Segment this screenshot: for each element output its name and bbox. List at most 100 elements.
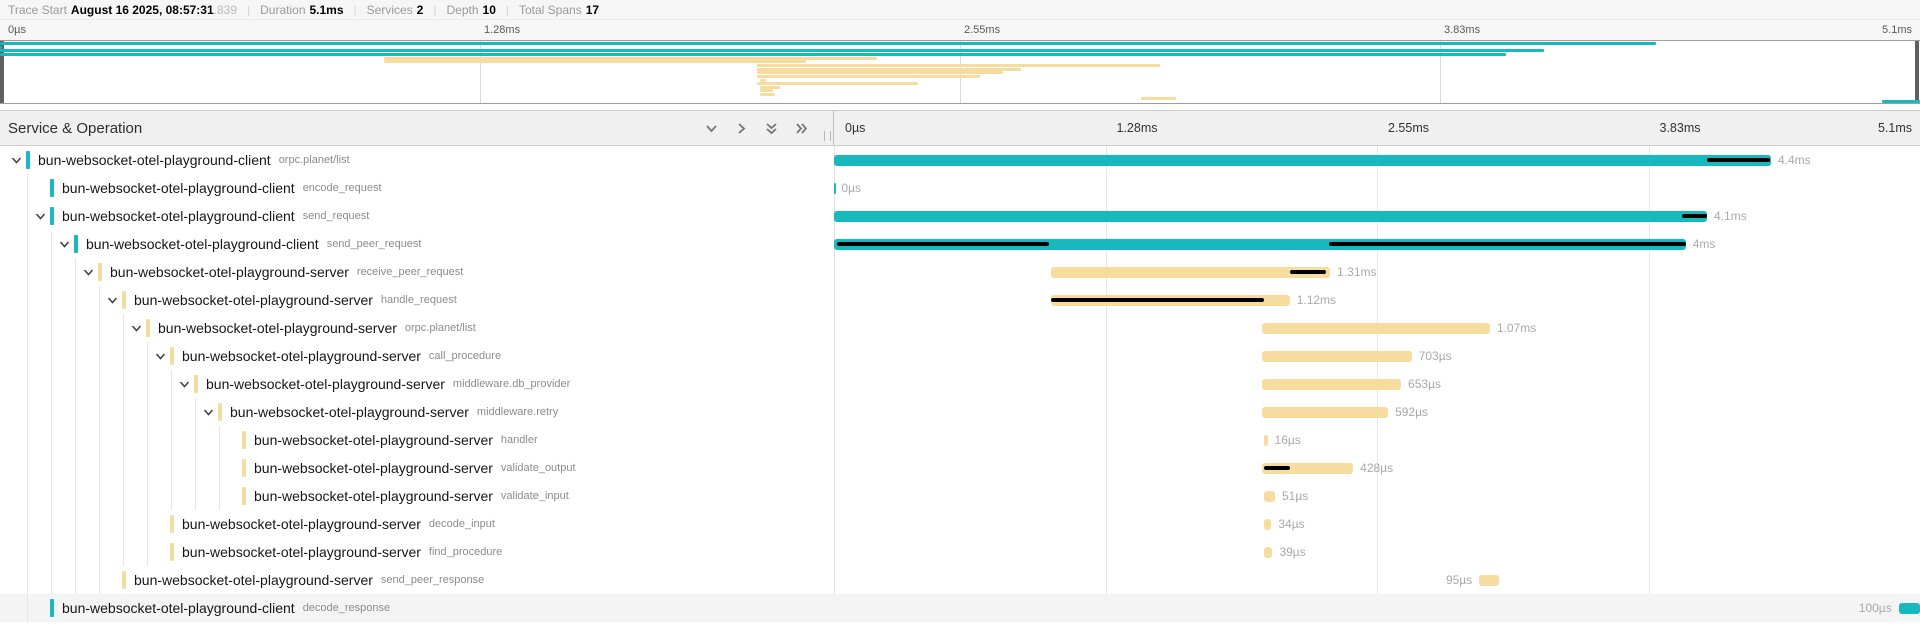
- span-bar[interactable]: [834, 155, 1771, 166]
- collapse-one-icon[interactable]: [703, 120, 719, 136]
- span-bar[interactable]: [1264, 435, 1267, 446]
- span-row[interactable]: bun-websocket-otel-playground-serverhand…: [0, 426, 1920, 454]
- minimap-span-bar: [0, 46, 2, 49]
- minimap-tick-label: 2.55ms: [964, 24, 1000, 36]
- indent-guide: [27, 594, 28, 622]
- span-name-cell[interactable]: bun-websocket-otel-playground-servervali…: [0, 482, 834, 510]
- minimap-right-scrubber[interactable]: [1915, 41, 1919, 103]
- span-row[interactable]: bun-websocket-otel-playground-servercall…: [0, 342, 1920, 370]
- operation-name: handle_request: [381, 294, 457, 306]
- trace-minimap[interactable]: [0, 40, 1920, 104]
- expand-one-icon[interactable]: [733, 120, 749, 136]
- span-row[interactable]: bun-websocket-otel-playground-serverrece…: [0, 258, 1920, 286]
- span-row[interactable]: bun-websocket-otel-playground-server hand…: [0, 286, 1920, 314]
- operation-name: middleware.retry: [477, 406, 558, 418]
- collapse-chevron-icon[interactable]: [154, 350, 167, 363]
- minimap-span-bar: [0, 42, 1656, 45]
- minimap-tick-label: 3.83ms: [1444, 24, 1480, 36]
- span-timeline-cell: 51µs: [834, 482, 1920, 510]
- span-row[interactable]: bun-websocket-otel-playground-clientenco…: [0, 174, 1920, 202]
- span-bar[interactable]: [1262, 351, 1412, 362]
- span-row[interactable]: bun-websocket-otel-playground-clientsend…: [0, 202, 1920, 230]
- collapse-chevron-icon[interactable]: [202, 406, 215, 419]
- timeline-ticks-header: 0µs1.28ms2.55ms3.83ms5.1ms: [834, 111, 1920, 145]
- collapse-chevron-icon[interactable]: [58, 238, 71, 251]
- collapse-chevron-icon[interactable]: [178, 378, 191, 391]
- operation-name: send_request: [303, 210, 370, 222]
- span-table-header: Service & Operation 0µs1.28ms2.55ms3.83m…: [0, 110, 1920, 146]
- span-name-cell[interactable]: bun-websocket-otel-playground-servermidd…: [0, 370, 834, 398]
- span-timeline-cell: 100µs: [834, 594, 1920, 622]
- span-row[interactable]: bun-websocket-otel-playground-serverdeco…: [0, 510, 1920, 538]
- expand-all-icon[interactable]: [793, 120, 809, 136]
- minimap-span-bar: [384, 57, 877, 60]
- span-row[interactable]: bun-websocket-otel-playground-servermidd…: [0, 370, 1920, 398]
- span-bar[interactable]: [1264, 547, 1272, 558]
- indent-guide: [195, 426, 196, 454]
- span-name-cell[interactable]: bun-websocket-otel-playground-servercall…: [0, 342, 834, 370]
- span-name-cell[interactable]: bun-websocket-otel-playground-serverhand…: [0, 426, 834, 454]
- span-name-cell[interactable]: bun-websocket-otel-playground-serverfind…: [0, 538, 834, 566]
- span-bar[interactable]: [834, 183, 836, 194]
- span-bar[interactable]: [1262, 407, 1388, 418]
- span-duration-label: 4.4ms: [1778, 146, 1811, 174]
- indent-guide: [123, 314, 124, 342]
- span-bar[interactable]: [1051, 267, 1330, 278]
- indent-guide: [171, 398, 172, 426]
- critical-path-segment: [1707, 158, 1770, 162]
- span-name-cell[interactable]: bun-websocket-otel-playground-clientdeco…: [0, 594, 834, 622]
- operation-name: call_procedure: [429, 350, 501, 362]
- span-name-cell[interactable]: bun-websocket-otel-playground-serverdeco…: [0, 510, 834, 538]
- span-name-cell[interactable]: bun-websocket-otel-playground-clientenco…: [0, 174, 834, 202]
- span-row[interactable]: bun-websocket-otel-playground-clientdeco…: [0, 594, 1920, 622]
- span-row[interactable]: bun-websocket-otel-playground-servermidd…: [0, 398, 1920, 426]
- span-duration-label: 51µs: [1282, 482, 1308, 510]
- span-bar[interactable]: [834, 211, 1707, 222]
- trace-summary-bar: Trace Start August 16 2025, 08:57:31.839…: [0, 0, 1920, 20]
- span-name-cell[interactable]: bun-websocket-otel-playground-serversend…: [0, 566, 834, 594]
- minimap-tick-label: 5.1ms: [1882, 24, 1912, 36]
- span-bar[interactable]: [1264, 519, 1271, 530]
- span-bar[interactable]: [1899, 603, 1920, 614]
- critical-path-segment: [1051, 298, 1264, 302]
- collapse-chevron-icon[interactable]: [10, 154, 23, 167]
- collapse-chevron-icon[interactable]: [34, 210, 47, 223]
- indent-guide: [27, 286, 28, 314]
- span-bar[interactable]: [1262, 323, 1490, 334]
- span-name-cell[interactable]: bun-websocket-otel-playground-clientorpc…: [0, 146, 834, 174]
- indent-guide: [219, 482, 220, 510]
- service-color-indicator: [26, 151, 30, 169]
- span-row[interactable]: bun-websocket-otel-playground-servervali…: [0, 482, 1920, 510]
- span-row[interactable]: bun-websocket-otel-playground-serversend…: [0, 566, 1920, 594]
- span-bar[interactable]: [1264, 491, 1275, 502]
- span-row[interactable]: bun-websocket-otel-playground-serverorpc…: [0, 314, 1920, 342]
- column-resizer-grip[interactable]: [824, 131, 831, 141]
- indent-guide: [27, 314, 28, 342]
- minimap-span-bar: [757, 64, 1160, 67]
- span-name-cell[interactable]: bun-websocket-otel-playground-server hand…: [0, 286, 834, 314]
- span-name-cell[interactable]: bun-websocket-otel-playground-clientsend…: [0, 202, 834, 230]
- span-name-cell[interactable]: bun-websocket-otel-playground-servermidd…: [0, 398, 834, 426]
- collapse-chevron-icon[interactable]: [82, 266, 95, 279]
- span-row[interactable]: bun-websocket-otel-playground-serverfind…: [0, 538, 1920, 566]
- service-name: bun-websocket-otel-playground-server: [134, 292, 373, 308]
- span-name-cell[interactable]: bun-websocket-otel-playground-serverrece…: [0, 258, 834, 286]
- service-operation-title: Service & Operation: [8, 120, 703, 137]
- span-bar[interactable]: [1479, 575, 1499, 586]
- span-row[interactable]: bun-websocket-otel-playground-servervali…: [0, 454, 1920, 482]
- span-name-cell[interactable]: bun-websocket-otel-playground-serverorpc…: [0, 314, 834, 342]
- critical-path-segment: [1264, 466, 1290, 470]
- collapse-all-icon[interactable]: [763, 120, 779, 136]
- collapse-chevron-icon[interactable]: [130, 322, 143, 335]
- indent-guide: [27, 174, 28, 202]
- indent-guide: [75, 258, 76, 286]
- collapse-chevron-icon[interactable]: [106, 294, 119, 307]
- span-row[interactable]: bun-websocket-otel-playground-clientorpc…: [0, 146, 1920, 174]
- indent-guide: [99, 370, 100, 398]
- span-row[interactable]: bun-websocket-otel-playground-clientsend…: [0, 230, 1920, 258]
- operation-name: find_procedure: [429, 546, 502, 558]
- indent-guide: [27, 342, 28, 370]
- span-bar[interactable]: [1262, 379, 1401, 390]
- span-name-cell[interactable]: bun-websocket-otel-playground-servervali…: [0, 454, 834, 482]
- span-name-cell[interactable]: bun-websocket-otel-playground-clientsend…: [0, 230, 834, 258]
